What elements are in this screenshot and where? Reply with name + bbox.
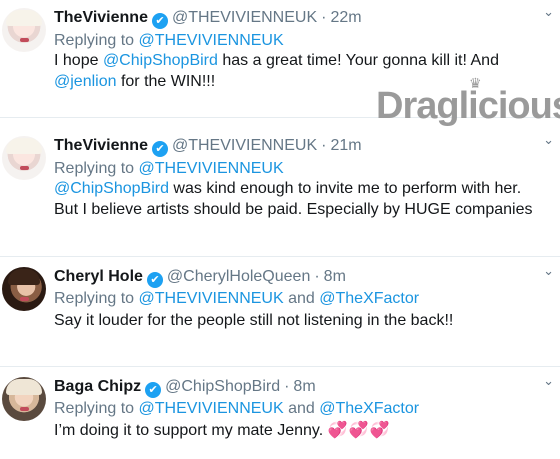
replying-to-label: Replying to bbox=[54, 290, 139, 307]
mention-link[interactable]: @ChipShopBird bbox=[103, 52, 218, 69]
tweet-text: @ChipShopBird was kind enough to invite … bbox=[54, 178, 544, 220]
user-handle[interactable]: @THEVIVIENNEUK bbox=[172, 137, 317, 154]
reply-mention[interactable]: @THEVIVIENNEUK bbox=[139, 32, 284, 49]
chevron-down-icon[interactable]: ⌄ bbox=[543, 373, 554, 389]
separator-dot: · bbox=[321, 9, 327, 26]
user-handle[interactable]: @THEVIVIENNEUK bbox=[172, 9, 317, 26]
display-name[interactable]: Cheryl Hole bbox=[54, 268, 143, 285]
separator-dot: · bbox=[314, 268, 320, 285]
tweet-text-part: I’m doing it to support my mate Jenny. bbox=[54, 422, 328, 439]
chevron-down-icon[interactable]: ⌄ bbox=[543, 132, 554, 148]
reply-and: and bbox=[283, 290, 320, 307]
avatar[interactable] bbox=[2, 377, 46, 421]
mention-link[interactable]: @jenlion bbox=[54, 73, 117, 90]
tweet-text-part: has a great time! Your gonna kill it! An… bbox=[217, 52, 499, 69]
chevron-down-icon[interactable]: ⌄ bbox=[543, 4, 554, 20]
tweet-text: I’m doing it to support my mate Jenny. 💞… bbox=[54, 420, 554, 441]
replying-to-label: Replying to bbox=[54, 160, 139, 177]
mention-link[interactable]: @ChipShopBird bbox=[54, 180, 169, 197]
tweet-text-part: I hope bbox=[54, 52, 103, 69]
hearts-emoji-icon: 💞💞💞 bbox=[327, 422, 391, 439]
display-name[interactable]: Baga Chipz bbox=[54, 378, 141, 395]
timestamp[interactable]: 21m bbox=[330, 137, 361, 154]
crown-icon: ♛ bbox=[469, 75, 482, 91]
replying-to: Replying to @THEVIVIENNEUK bbox=[54, 159, 284, 178]
replying-to-label: Replying to bbox=[54, 400, 139, 417]
tweet[interactable]: TheVivienne ✔ @THEVIVIENNEUK · 21m ⌄ Replyin… bbox=[0, 118, 560, 254]
reply-mention[interactable]: @THEVIVIENNEUK bbox=[139, 290, 284, 307]
timestamp[interactable]: 8m bbox=[324, 268, 346, 285]
user-handle[interactable]: @ChipShopBird bbox=[165, 378, 280, 395]
verified-badge-icon: ✔ bbox=[151, 141, 168, 157]
verified-badge-icon: ✔ bbox=[145, 382, 162, 398]
reply-mention[interactable]: @TheXFactor bbox=[319, 290, 419, 307]
tweet-text-part: for the WIN!!! bbox=[116, 73, 216, 90]
reply-and: and bbox=[283, 400, 320, 417]
timestamp[interactable]: 22m bbox=[330, 9, 361, 26]
replying-to: Replying to @THEVIVIENNEUK and @TheXFact… bbox=[54, 399, 419, 418]
tweet[interactable]: Cheryl Hole ✔ @CherylHoleQueen · 8m ⌄ Replyi… bbox=[0, 257, 560, 367]
avatar[interactable] bbox=[2, 8, 46, 52]
avatar[interactable] bbox=[2, 136, 46, 180]
display-name[interactable]: TheVivienne bbox=[54, 137, 148, 154]
avatar[interactable] bbox=[2, 267, 46, 311]
reply-mention[interactable]: @THEVIVIENNEUK bbox=[139, 160, 284, 177]
verified-badge-icon: ✔ bbox=[146, 272, 163, 288]
replying-to: Replying to @THEVIVIENNEUK and @TheXFact… bbox=[54, 289, 419, 308]
tweet[interactable]: Baga Chipz ✔ @ChipShopBird · 8m ⌄ Replying t… bbox=[0, 367, 560, 459]
separator-dot: · bbox=[321, 137, 327, 154]
tweet-text: Say it louder for the people still not l… bbox=[54, 310, 554, 331]
timestamp[interactable]: 8m bbox=[293, 378, 315, 395]
display-name[interactable]: TheVivienne bbox=[54, 9, 148, 26]
user-handle[interactable]: @CherylHoleQueen bbox=[167, 268, 310, 285]
verified-badge-icon: ✔ bbox=[151, 13, 168, 29]
reply-mention[interactable]: @TheXFactor bbox=[319, 400, 419, 417]
replying-to-label: Replying to bbox=[54, 32, 139, 49]
chevron-down-icon[interactable]: ⌄ bbox=[543, 263, 554, 279]
separator-dot: · bbox=[284, 378, 290, 395]
tweet-text-part: Say it louder for the people still not l… bbox=[54, 312, 454, 329]
reply-mention[interactable]: @THEVIVIENNEUK bbox=[139, 400, 284, 417]
replying-to: Replying to @THEVIVIENNEUK bbox=[54, 31, 284, 50]
